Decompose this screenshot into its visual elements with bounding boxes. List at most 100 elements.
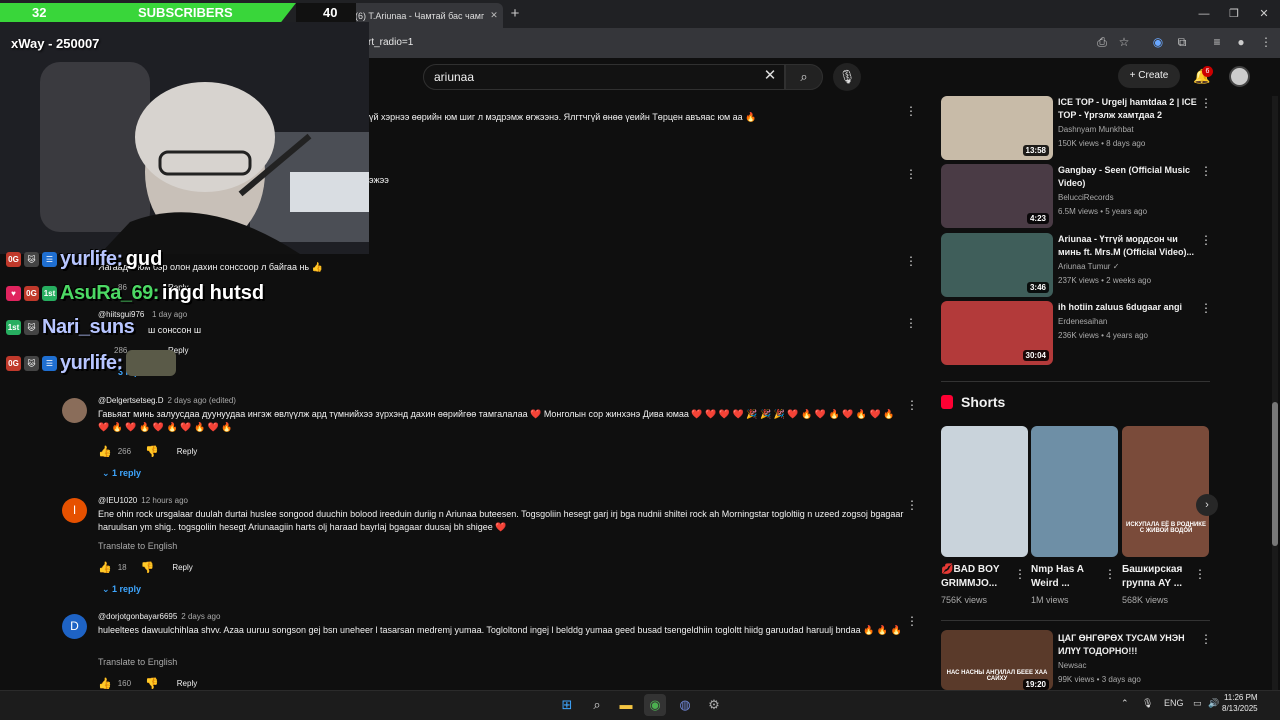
extensions-puzzle-icon[interactable]: ⧉ [1174,34,1190,50]
start-menu-icon[interactable]: ⊞ [556,694,578,716]
microphone-icon[interactable]: 🎙 [1142,698,1153,709]
settings-app-icon[interactable]: ⚙ [703,694,725,716]
comment-avatar[interactable] [62,398,87,423]
file-explorer-icon[interactable]: ▬ [615,694,637,716]
minimize-button[interactable]: — [1189,4,1219,24]
chevron-right-icon[interactable]: › [1196,494,1218,516]
cat-badge-icon: 🐱 [24,355,39,371]
comment-author[interactable]: @Delgertsetseg.D [98,396,163,405]
comment-menu-icon[interactable]: ⋮ [905,254,917,268]
translate-button[interactable]: Translate to English [98,657,177,667]
thumbs-down-icon[interactable]: 👎 [145,445,159,458]
video-channel[interactable]: BelucciRecords [1058,193,1114,202]
short-title[interactable]: 💋BAD BOY GRIMMJO... [941,563,1016,591]
thumbs-down-icon[interactable]: 👎 [145,677,159,690]
short-menu-icon[interactable]: ⋮ [1014,567,1026,581]
video-channel[interactable]: Newsac [1058,661,1086,670]
thumbs-up-icon[interactable]: 👍 [98,561,112,574]
video-channel[interactable]: Erdenesaihan [1058,317,1107,326]
related-video[interactable]: 30:04 ih hotiin zaluus 6dugaar angi Erde… [941,301,1212,365]
voice-search-icon[interactable]: 🎙 [833,63,861,91]
comment-menu-icon[interactable]: ⋮ [905,104,917,118]
video-menu-icon[interactable]: ⋮ [1200,301,1212,315]
volume-icon[interactable]: 🔊 [1208,698,1219,709]
tray-chevron-icon[interactable]: ⌃ [1121,698,1129,709]
reply-button[interactable]: Reply [172,563,192,572]
reply-button[interactable]: Reply [177,679,197,688]
video-title[interactable]: Ariunaa - Үтгүй мордсон чи минь ft. Mrs.… [1058,233,1198,259]
video-menu-icon[interactable]: ⋮ [1200,164,1212,178]
close-window-button[interactable]: ✕ [1249,4,1279,24]
comment-avatar[interactable]: I [62,498,87,523]
menu-kebab-icon[interactable]: ⋮ [1258,34,1274,50]
network-icon[interactable]: ▭ [1193,698,1202,709]
install-app-icon[interactable]: ⎙ [1094,34,1110,50]
video-title[interactable]: ih hotiin zaluus 6dugaar angi [1058,301,1198,314]
comment-text-partial: ш сонссон ш [148,325,202,335]
extension-icon[interactable]: ◉ [1150,34,1166,50]
discord-icon[interactable]: ◍ [674,694,696,716]
related-video[interactable]: 4:23 Gangbay - Seen (Official Music Vide… [941,164,1212,228]
video-title[interactable]: ЦАГ ӨНГӨРӨХ ТУСАМ УНЭН ИЛҮҮ ТОДОРНО!!! [1058,632,1198,658]
comment-actions: 👍 266 👎 Reply [98,445,197,458]
video-menu-icon[interactable]: ⋮ [1200,96,1212,110]
bookmark-star-icon[interactable]: ☆ [1116,34,1132,50]
comment-author[interactable]: @dorjotgonbayar6695 [98,612,177,621]
short-menu-icon[interactable]: ⋮ [1194,567,1206,581]
account-avatar[interactable] [1229,66,1250,87]
view-replies-button[interactable]: ⌄ 1 reply [102,468,141,479]
thumbs-down-icon[interactable]: 👎 [141,561,155,574]
thumbs-up-icon[interactable]: 👍 [98,445,112,458]
scrollbar-thumb[interactable] [1272,402,1278,546]
search-input[interactable]: ariunaa [423,64,785,90]
short-views: 756K views [941,595,988,605]
chrome-icon[interactable]: ◉ [644,694,666,716]
short-menu-icon[interactable]: ⋮ [1104,567,1116,581]
new-tab-button[interactable]: + [505,4,525,24]
tab-close-icon[interactable]: ✕ [490,10,498,21]
comment-menu-icon[interactable]: ⋮ [906,614,918,628]
video-thumbnail[interactable]: 3:46 [941,233,1053,297]
media-control-icon[interactable]: ≡ [1209,34,1225,50]
video-thumbnail[interactable]: 4:23 [941,164,1053,228]
view-replies-button[interactable]: ⌄ 1 reply [102,584,141,595]
comment-avatar[interactable]: D [62,614,87,639]
short-thumbnail[interactable] [1031,426,1118,557]
related-video[interactable]: 13:58 ICE TOP - Urgelj hamtdaa 2 | ICE T… [941,96,1212,160]
comment-menu-icon[interactable]: ⋮ [905,316,917,330]
scrollbar-track[interactable] [1272,96,1278,690]
profile-icon[interactable]: ● [1233,34,1249,50]
search-button[interactable]: ⌕ [785,64,823,90]
video-title[interactable]: ICE TOP - Urgelj hamtdaa 2 | ICE TOP - Ү… [1058,96,1198,122]
system-clock[interactable]: 11:26 PM 8/13/2025 [1222,692,1258,714]
address-bar[interactable]: rt_radio=1 [362,33,1062,53]
video-thumbnail[interactable]: 13:58 [941,96,1053,160]
translate-button[interactable]: Translate to English [98,541,177,551]
video-title[interactable]: Gangbay - Seen (Official Music Video) [1058,164,1198,190]
video-thumbnail[interactable]: 30:04 [941,301,1053,365]
language-indicator[interactable]: ENG [1164,698,1184,708]
video-menu-icon[interactable]: ⋮ [1200,233,1212,247]
reply-button[interactable]: Reply [177,447,197,456]
short-thumbnail[interactable]: ИСКУПАЛА ЕЁ В РОДНИКЕ С ЖИВОЙ ВОДОЙ [1122,426,1209,557]
related-video[interactable]: 3:46 Ariunaa - Үтгүй мордсон чи минь ft.… [941,233,1212,297]
taskbar-search-icon[interactable]: ⌕ [586,694,608,716]
short-title[interactable]: Башкирская группа AY ... [1122,563,1197,591]
video-channel[interactable]: Dashnyam Munkhbat [1058,125,1134,134]
video-menu-icon[interactable]: ⋮ [1200,632,1211,646]
og-badge-icon: 0G [24,286,39,301]
short-views: 568K views [1122,595,1169,605]
short-title[interactable]: Nmp Has A Weird ... [1031,563,1106,591]
clear-search-icon[interactable]: ✕ [762,68,778,84]
comment-menu-icon[interactable]: ⋮ [905,167,917,181]
restore-button[interactable]: ❐ [1219,4,1249,24]
comment-author[interactable]: @IEU1020 [98,496,137,505]
video-thumbnail[interactable]: НАС НАСНЫ АНГИЛАЛ БЕЕЕ ХАА САЙХУ 19:20 [941,630,1053,690]
related-video[interactable]: НАС НАСНЫ АНГИЛАЛ БЕЕЕ ХАА САЙХУ 19:20 Ц… [941,630,1211,690]
short-thumbnail[interactable] [941,426,1028,557]
comment-menu-icon[interactable]: ⋮ [906,398,918,412]
create-button[interactable]: + Create [1118,64,1180,88]
video-channel[interactable]: Ariunaa Tumur ✓ [1058,262,1119,271]
comment-menu-icon[interactable]: ⋮ [906,498,918,512]
thumbs-up-icon[interactable]: 👍 [98,677,112,690]
